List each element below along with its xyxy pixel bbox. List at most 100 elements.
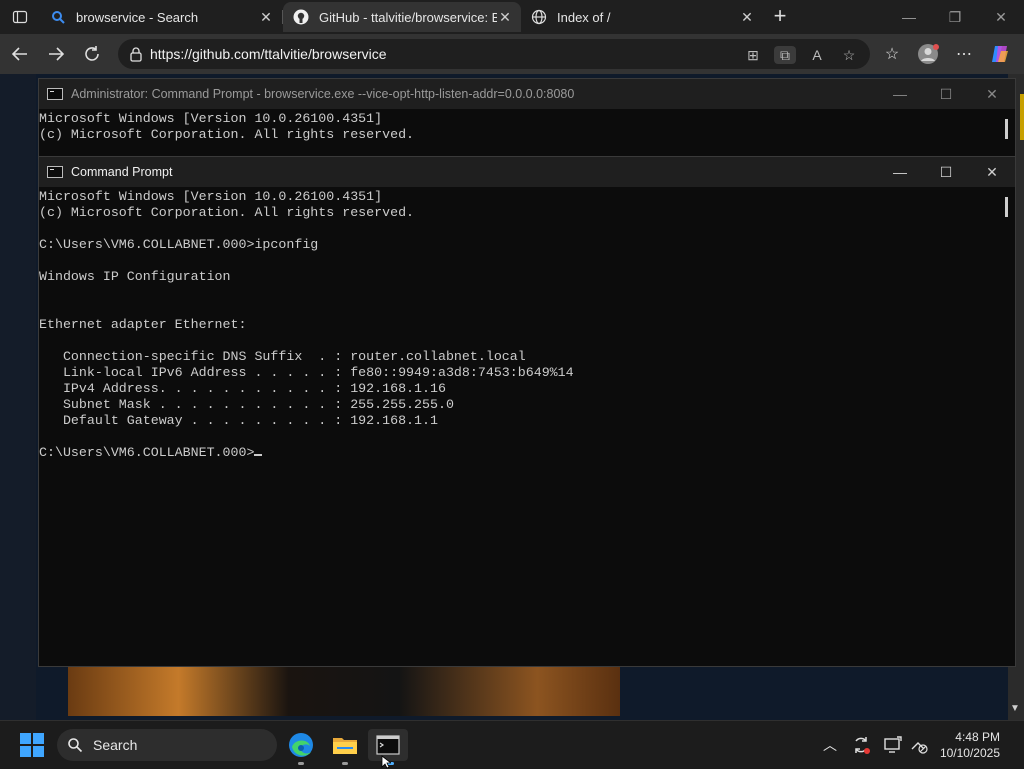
refresh-icon: [85, 46, 99, 61]
forward-button[interactable]: [44, 42, 68, 66]
tab-title: Index of /: [557, 9, 611, 25]
admin-command-prompt-window[interactable]: Administrator: Command Prompt - browserv…: [38, 78, 1016, 160]
maximize-button[interactable]: ☐: [923, 79, 969, 109]
minimize-icon: —: [902, 9, 916, 25]
window-titlebar[interactable]: Command Prompt — ☐ ✕: [39, 157, 1015, 187]
scrollbar-thumb[interactable]: [1005, 119, 1008, 139]
minimize-button[interactable]: —: [877, 157, 923, 187]
arrow-right-icon: [49, 47, 65, 61]
console-line: Default Gateway . . . . . . . . . : 192.…: [39, 413, 438, 428]
console-line: Windows IP Configuration: [39, 269, 231, 284]
refresh-button[interactable]: [80, 42, 104, 66]
command-prompt-window[interactable]: Command Prompt — ☐ ✕ Microsoft Windows […: [38, 156, 1016, 667]
back-button[interactable]: [8, 42, 32, 66]
system-clock[interactable]: 4:48 PM 10/10/2025: [938, 729, 1000, 761]
search-icon: [50, 9, 66, 25]
console-line: Microsoft Windows [Version 10.0.26100.43…: [39, 111, 383, 126]
copilot-icon: [992, 46, 1008, 62]
browser-toolbar: https://github.com/ttalvitie/browservice…: [0, 34, 1024, 74]
scroll-down-arrow-icon[interactable]: ▼: [1010, 703, 1020, 714]
maximize-button[interactable]: ☐: [923, 157, 969, 187]
apps-icon[interactable]: ⊞: [744, 46, 762, 64]
command-prompt-icon: [47, 88, 63, 100]
close-tab-icon[interactable]: ✕: [739, 9, 755, 25]
favorite-star-icon[interactable]: ☆: [840, 46, 858, 64]
search-label: Search: [93, 737, 138, 753]
address-bar[interactable]: https://github.com/ttalvitie/browservice…: [118, 39, 870, 69]
console-output[interactable]: Microsoft Windows [Version 10.0.26100.43…: [39, 109, 999, 159]
tab-index-of[interactable]: Index of / ✕: [521, 2, 763, 32]
console-line: Subnet Mask . . . . . . . . . . . : 255.…: [39, 397, 454, 412]
scrollbar-marker: [1020, 94, 1024, 140]
sync-tray-button[interactable]: [851, 735, 871, 755]
edge-icon: [289, 733, 313, 757]
show-hidden-icons-button[interactable]: ︿: [820, 735, 840, 755]
command-prompt-icon: [47, 166, 63, 178]
tab-actions-button[interactable]: [0, 0, 40, 34]
window-title: Administrator: Command Prompt - browserv…: [71, 87, 575, 101]
settings-more-button[interactable]: ⋯: [952, 42, 976, 66]
close-button[interactable]: ✕: [969, 157, 1015, 187]
tab-title: GitHub - ttalvitie/browservice: Br: [319, 9, 497, 25]
close-tab-icon[interactable]: ✕: [258, 9, 274, 25]
lock-icon[interactable]: [128, 46, 144, 62]
windows-logo-icon: [20, 746, 31, 757]
background-photo: [68, 666, 620, 716]
close-window-button[interactable]: ✕: [978, 0, 1024, 34]
windows-logo-icon: [33, 733, 44, 744]
globe-icon: [531, 9, 547, 25]
monitor-icon: [884, 736, 902, 753]
console-scrollbar[interactable]: [999, 109, 1015, 159]
display-tray-button[interactable]: [883, 735, 903, 755]
clock-time: 4:48 PM: [955, 730, 1000, 744]
console-output[interactable]: Microsoft Windows [Version 10.0.26100.43…: [39, 187, 999, 666]
folder-icon: [333, 738, 357, 754]
console-scrollbar[interactable]: [999, 187, 1015, 666]
running-indicator: [298, 762, 304, 765]
close-tab-icon[interactable]: ✕: [497, 9, 513, 25]
restore-icon: ❐: [948, 8, 962, 25]
window-titlebar[interactable]: Administrator: Command Prompt - browserv…: [39, 79, 1015, 109]
read-aloud-icon[interactable]: A: [808, 46, 826, 64]
search-icon: [68, 738, 83, 753]
text-cursor: [254, 454, 263, 456]
network-tray-button[interactable]: [909, 735, 929, 755]
favorites-button[interactable]: ☆: [880, 42, 904, 66]
window-title: Command Prompt: [71, 165, 173, 179]
console-line: (c) Microsoft Corporation. All rights re…: [39, 205, 415, 220]
minimize-button[interactable]: —: [877, 79, 923, 109]
close-button[interactable]: ✕: [969, 79, 1015, 109]
tab-title: browservice - Search: [76, 9, 199, 25]
page-left-edge: [0, 74, 36, 720]
url-text[interactable]: https://github.com/ttalvitie/browservice: [150, 46, 387, 62]
tab-github-browservice[interactable]: GitHub - ttalvitie/browservice: Br ✕: [283, 2, 521, 32]
close-icon: ✕: [995, 8, 1007, 25]
edge-taskbar-button[interactable]: [285, 729, 317, 765]
console-line: Connection-specific DNS Suffix . : route…: [39, 349, 526, 364]
translate-icon[interactable]: ⧉: [774, 46, 796, 64]
running-indicator: [342, 762, 348, 765]
command-prompt-icon: [376, 735, 400, 755]
console-prompt-line[interactable]: C:\Users\VM6.COLLABNET.000>: [39, 445, 999, 461]
tab-actions-icon: [12, 10, 28, 24]
plus-icon: +: [773, 3, 787, 28]
restore-window-button[interactable]: ❐: [932, 0, 978, 34]
browser-tab-strip: browservice - Search ✕ GitHub - ttalviti…: [0, 0, 1024, 34]
profile-button[interactable]: [916, 42, 940, 66]
scrollbar-thumb[interactable]: [1005, 197, 1008, 217]
arrow-left-icon: [11, 47, 27, 61]
start-button[interactable]: [20, 733, 44, 757]
copilot-button[interactable]: [988, 42, 1012, 66]
chevron-up-icon: ︿: [823, 737, 837, 753]
new-tab-button[interactable]: +: [768, 5, 792, 29]
file-explorer-taskbar-button[interactable]: [329, 729, 361, 765]
minimize-window-button[interactable]: —: [886, 0, 932, 34]
taskbar-search[interactable]: Search: [57, 729, 277, 761]
console-line: Microsoft Windows [Version 10.0.26100.43…: [39, 189, 383, 204]
tab-browservice-search[interactable]: browservice - Search ✕: [40, 2, 282, 32]
